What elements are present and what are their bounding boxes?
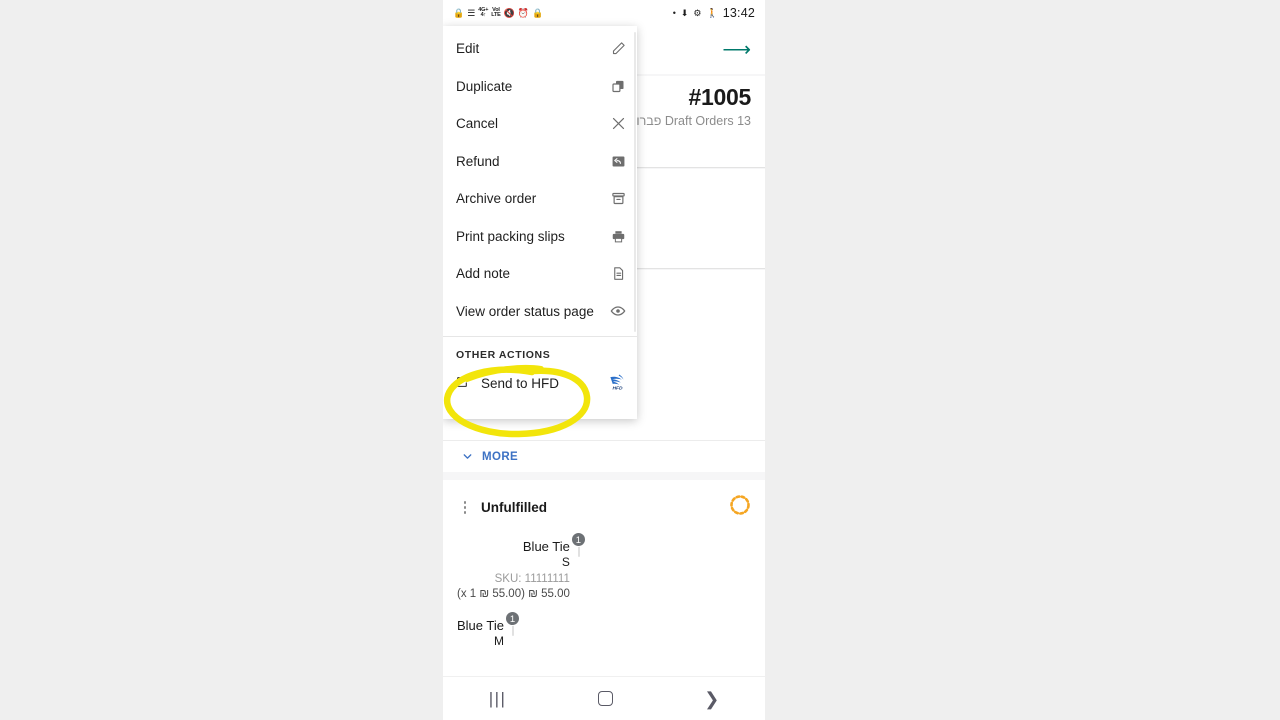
menu-scrollbar[interactable] bbox=[634, 32, 636, 332]
menu-item-archive-order[interactable]: Archive order bbox=[443, 180, 637, 218]
dot-icon: • bbox=[672, 7, 676, 18]
lte-icon: Vol LTE bbox=[491, 6, 501, 18]
product-variant: M bbox=[493, 634, 504, 648]
pencil-icon bbox=[609, 41, 627, 56]
4g-plus-icon: 4G+ 4↑ bbox=[478, 6, 489, 18]
menu-item-view-order-status-page[interactable]: View order status page bbox=[443, 293, 637, 331]
more-toggle-row[interactable]: MORE bbox=[443, 440, 765, 472]
walking-icon: 🚶 bbox=[706, 7, 718, 18]
external-link-icon bbox=[456, 375, 469, 391]
product-variant: S bbox=[561, 555, 570, 569]
battery-saver-icon: 🔒 bbox=[453, 7, 465, 18]
menu-item-label: Cancel bbox=[456, 116, 499, 132]
lock-icon: 🔒 bbox=[532, 7, 544, 18]
refund-arrow-icon bbox=[609, 154, 627, 169]
fulfillment-header: Unfulfilled bbox=[457, 494, 751, 521]
menu-item-label: View order status page bbox=[456, 303, 594, 319]
note-document-icon bbox=[609, 266, 627, 281]
line-item-text: Blue Tie S SKU: 11111111 (x 1 ₪ 55.00) ₪… bbox=[457, 539, 570, 600]
product-sku: SKU: 11111111 bbox=[494, 573, 570, 585]
product-thumbnail-wrap: 1 bbox=[504, 611, 520, 636]
share-icon: ⚙ bbox=[693, 7, 702, 18]
close-x-icon bbox=[609, 115, 627, 132]
menu-item-add-note[interactable]: Add note bbox=[443, 255, 637, 293]
menu-item-cancel[interactable]: Cancel bbox=[443, 105, 637, 143]
eye-icon bbox=[609, 303, 627, 319]
menu-item-duplicate[interactable]: Duplicate bbox=[443, 68, 637, 106]
fulfillment-title: Unfulfilled bbox=[481, 500, 547, 515]
phone-screen: 🔒 ☰ 4G+ 4↑ Vol LTE 🔇 ⏰ 🔒 • ⬇ ⚙ 🚶 13:42 ⟶ #… bbox=[443, 0, 765, 720]
copy-icon bbox=[609, 79, 627, 94]
product-title: Blue Tie bbox=[522, 539, 570, 554]
svg-text:HFD: HFD bbox=[612, 385, 623, 391]
product-thumbnail-wrap: 1 bbox=[570, 532, 586, 557]
hfd-logo-icon: HFD bbox=[608, 372, 627, 394]
product-title: Blue Tie bbox=[457, 618, 504, 633]
signal-bars-icon: ☰ bbox=[467, 7, 476, 18]
status-bar-right-icons: • ⬇ ⚙ 🚶 13:42 bbox=[673, 6, 755, 20]
line-item[interactable]: 1 Blue Tie S SKU: 11111111 (x 1 ₪ 55.00)… bbox=[457, 532, 751, 600]
back-chevron-icon[interactable]: ❯ bbox=[704, 690, 719, 708]
home-icon[interactable] bbox=[597, 691, 613, 706]
arrow-right-icon[interactable]: ⟶ bbox=[722, 40, 751, 60]
recents-icon[interactable]: ||| bbox=[489, 690, 507, 707]
menu-item-print-packing-slips[interactable]: Print packing slips bbox=[443, 218, 637, 256]
alarm-icon: ⏰ bbox=[517, 7, 530, 18]
quantity-badge: 1 bbox=[504, 611, 520, 626]
line-item[interactable]: 1 Blue Tie M bbox=[457, 611, 751, 648]
line-item-text: Blue Tie M bbox=[457, 618, 504, 648]
quantity-badge: 1 bbox=[570, 532, 586, 547]
android-nav-bar: ||| ❯ bbox=[443, 676, 765, 720]
status-bar-clock: 13:42 bbox=[722, 6, 755, 20]
menu-item-label: Add note bbox=[456, 266, 511, 282]
menu-item-label: Refund bbox=[456, 153, 500, 169]
mute-icon: 🔇 bbox=[503, 7, 515, 18]
menu-item-refund[interactable]: Refund bbox=[443, 143, 637, 181]
download-icon: ⬇ bbox=[680, 7, 689, 18]
menu-item-send-to-hfd[interactable]: Send to HFD HFD bbox=[443, 361, 637, 405]
dotted-circle-icon bbox=[729, 494, 751, 521]
menu-item-label: Edit bbox=[456, 41, 480, 57]
status-bar: 🔒 ☰ 4G+ 4↑ Vol LTE 🔇 ⏰ 🔒 • ⬇ ⚙ 🚶 13:42 bbox=[443, 0, 765, 26]
status-bar-left-icons: 🔒 ☰ 4G+ 4↑ Vol LTE 🔇 ⏰ 🔒 bbox=[453, 6, 544, 19]
fulfillment-card: Unfulfilled 1 Blue Tie S SKU: 11111111 (… bbox=[443, 480, 765, 680]
menu-bottom-edge bbox=[443, 405, 637, 419]
kebab-menu-icon[interactable] bbox=[457, 501, 473, 514]
send-to-hfd-label: Send to HFD bbox=[481, 375, 560, 391]
product-price: (x 1 ₪ 55.00) ₪ 55.00 bbox=[457, 588, 570, 600]
menu-item-label: Duplicate bbox=[456, 78, 513, 94]
menu-item-label: Print packing slips bbox=[456, 228, 565, 244]
menu-item-edit[interactable]: Edit bbox=[443, 30, 637, 68]
other-actions-section-label: OTHER ACTIONS bbox=[456, 349, 551, 361]
order-actions-menu: Edit Duplicate Cancel Refund Archive ord… bbox=[443, 26, 637, 419]
printer-icon bbox=[609, 229, 627, 244]
menu-item-label: Archive order bbox=[456, 191, 537, 207]
more-label: MORE bbox=[482, 450, 519, 463]
archive-box-icon bbox=[609, 191, 627, 206]
chevron-down-icon bbox=[463, 454, 472, 459]
